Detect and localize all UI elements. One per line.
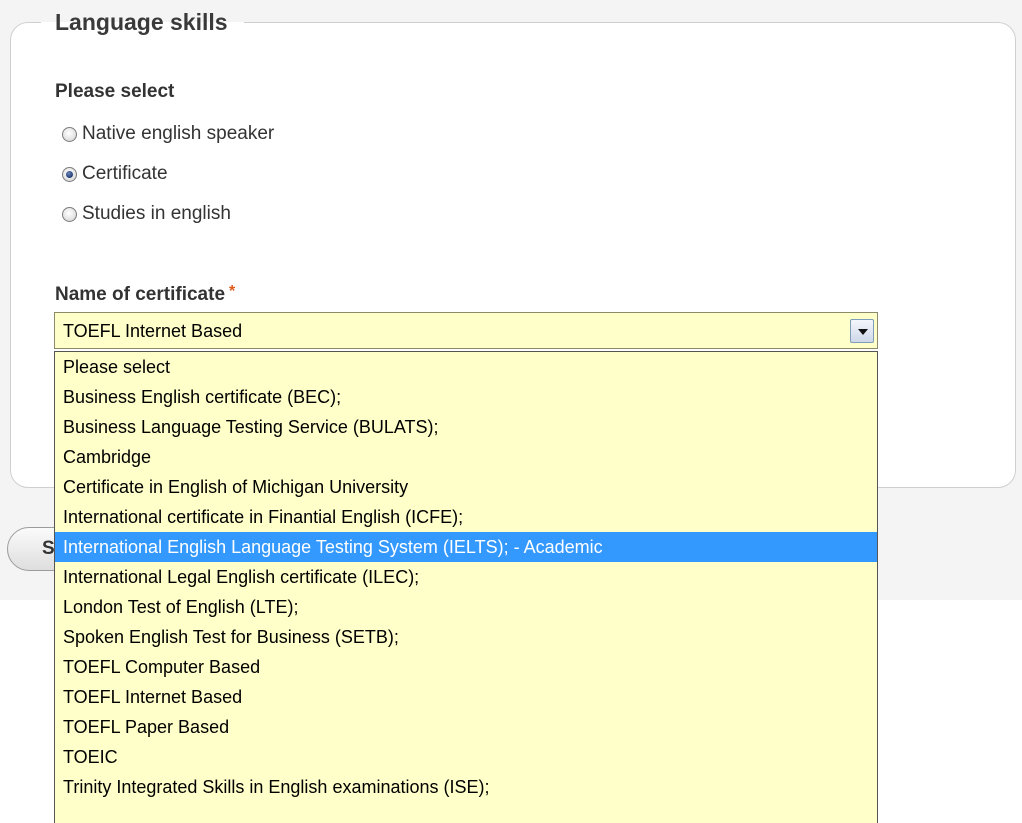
dropdown-option[interactable]: International Legal English certificate … [55,562,877,592]
dropdown-option[interactable]: Spoken English Test for Business (SETB); [55,622,877,652]
dropdown-option[interactable]: Trinity Integrated Skills in English exa… [55,772,877,802]
radio-button-checked[interactable] [62,166,77,182]
radio-button[interactable] [62,206,77,222]
fieldset-legend: Language skills [55,9,228,35]
certificate-select[interactable]: TOEFL Internet Based [54,312,878,349]
select-current-value: TOEFL Internet Based [63,321,243,341]
radio-button[interactable] [62,126,77,142]
radio-native-english[interactable]: Native english speaker [62,121,274,147]
radio-label: Studies in english [82,203,231,224]
required-asterisk: * [229,283,236,300]
dropdown-option[interactable]: London Test of English (LTE); [55,592,877,622]
dropdown-option[interactable]: Business English certificate (BEC); [55,382,877,412]
dropdown-option-highlighted[interactable]: International English Language Testing S… [55,532,877,562]
dropdown-option[interactable]: TOEIC [55,742,877,772]
dropdown-option[interactable]: Certificate in English of Michigan Unive… [55,472,877,502]
radio-certificate[interactable]: Certificate [62,161,168,187]
dropdown-option[interactable]: TOEFL Computer Based [55,652,877,682]
please-select-label: Please select [55,81,175,102]
radio-label: Certificate [82,163,168,184]
radio-studies-in-english[interactable]: Studies in english [62,201,231,227]
radio-label: Native english speaker [82,123,275,144]
dropdown-option[interactable]: TOEFL Internet Based [55,682,877,712]
dropdown-option[interactable]: Business Language Testing Service (BULAT… [55,412,877,442]
dropdown-option[interactable]: TOEFL Paper Based [55,712,877,742]
dropdown-option[interactable]: Please select [55,352,877,382]
certificate-dropdown-list[interactable]: Please select Business English certifica… [54,351,878,823]
certificate-name-label: Name of certificate * [55,283,235,306]
certificate-label-text: Name of certificate [55,284,226,305]
chevron-down-icon[interactable] [850,319,874,343]
dropdown-option[interactable]: Cambridge [55,442,877,472]
dropdown-option[interactable]: International certificate in Finantial E… [55,502,877,532]
